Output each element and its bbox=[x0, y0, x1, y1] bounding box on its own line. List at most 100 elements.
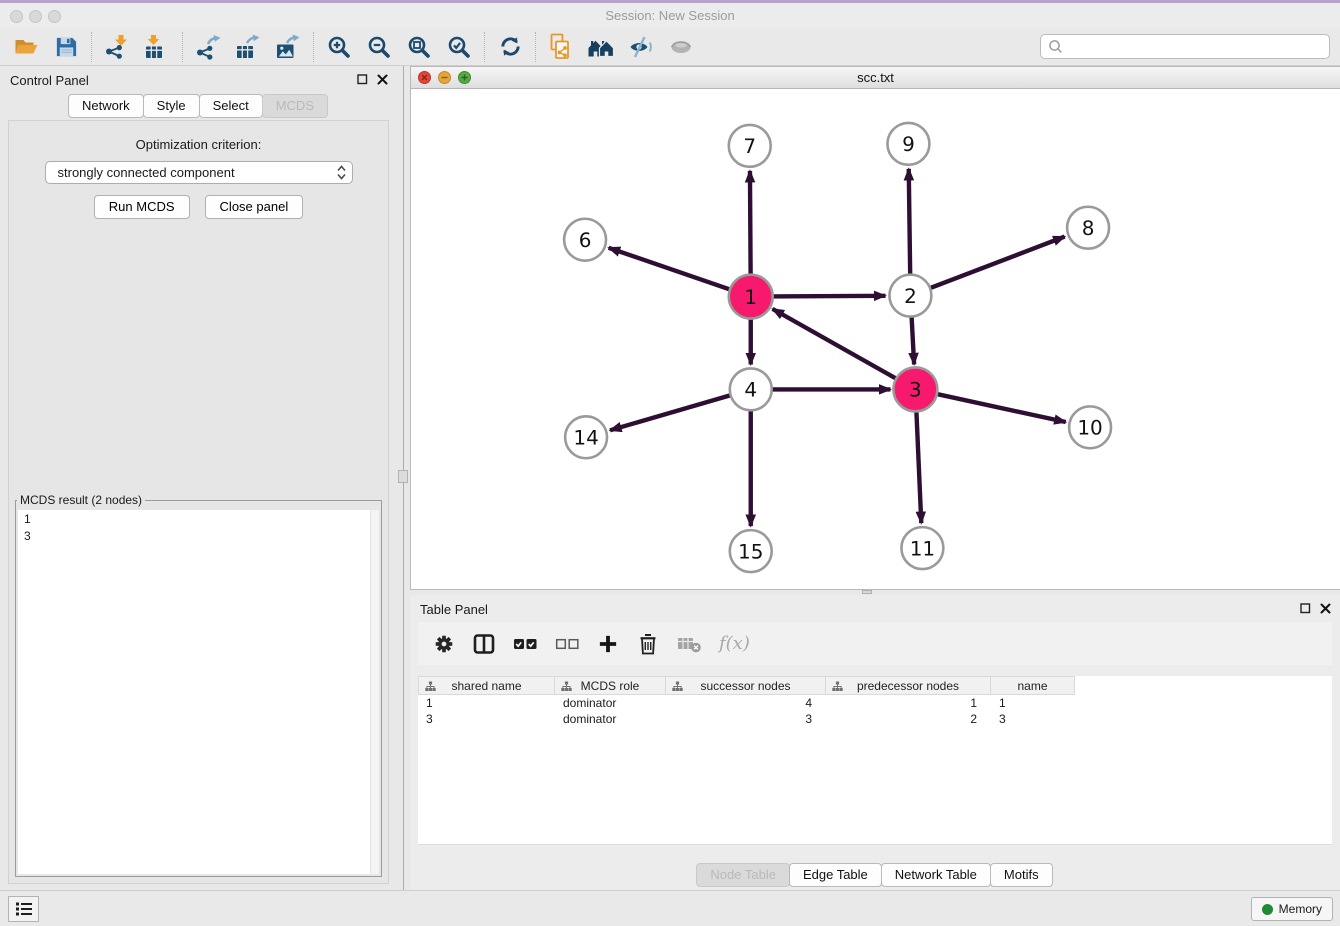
delete-table-button[interactable] bbox=[677, 634, 702, 654]
mcds-result-text[interactable]: 1 3 bbox=[18, 510, 379, 874]
tree-icon bbox=[425, 681, 436, 692]
tab-select[interactable]: Select bbox=[199, 94, 263, 118]
tab-node-table[interactable]: Node Table bbox=[696, 863, 790, 887]
network-titlebar[interactable]: scc.txt bbox=[411, 67, 1340, 89]
graph-node-3[interactable]: 3 bbox=[893, 367, 937, 411]
column-header-shared-name[interactable]: shared name bbox=[418, 676, 555, 695]
graph-node-8[interactable]: 8 bbox=[1067, 207, 1109, 249]
tree-icon bbox=[672, 681, 683, 692]
zoom-out-icon bbox=[366, 34, 392, 60]
function-builder-button[interactable]: f(x) bbox=[719, 633, 750, 654]
zoom-fit-icon bbox=[406, 34, 432, 60]
memory-button[interactable]: Memory bbox=[1251, 897, 1333, 921]
eye-slash-icon bbox=[628, 34, 654, 60]
minimize-network-icon[interactable] bbox=[438, 71, 451, 84]
criterion-value: strongly connected component bbox=[58, 165, 336, 180]
hide-selected-button[interactable] bbox=[621, 30, 661, 64]
window-controls[interactable] bbox=[10, 10, 61, 23]
tab-motifs[interactable]: Motifs bbox=[990, 863, 1053, 887]
graph-node-11[interactable]: 11 bbox=[901, 527, 943, 569]
splitter-handle[interactable] bbox=[862, 590, 872, 594]
criterion-select[interactable]: strongly connected component bbox=[45, 161, 353, 184]
close-panel-button[interactable]: Close panel bbox=[205, 195, 304, 219]
graphics-details-button[interactable] bbox=[661, 30, 701, 64]
svg-text:6: 6 bbox=[579, 228, 592, 252]
tab-network[interactable]: Network bbox=[68, 94, 144, 118]
deselect-all-button[interactable] bbox=[555, 636, 580, 652]
float-panel-icon[interactable] bbox=[357, 74, 368, 85]
graph-edge-1-2[interactable] bbox=[769, 296, 886, 297]
zoom-in-button[interactable] bbox=[319, 30, 359, 64]
first-neighbors-button[interactable] bbox=[581, 30, 621, 64]
graph-edge-1-6[interactable] bbox=[609, 248, 734, 291]
tab-mcds[interactable]: MCDS bbox=[262, 94, 328, 118]
close-panel-icon[interactable] bbox=[1320, 603, 1331, 614]
network-canvas[interactable]: 7 9 6 8 1 2 4 3 14 10 15 11 bbox=[411, 89, 1340, 589]
refresh-button[interactable] bbox=[490, 30, 530, 64]
task-history-button[interactable] bbox=[8, 896, 39, 922]
search-box[interactable] bbox=[1040, 34, 1330, 59]
run-mcds-button[interactable]: Run MCDS bbox=[94, 195, 190, 219]
column-chooser-button[interactable] bbox=[472, 632, 496, 656]
window-title: Session: New Session bbox=[0, 3, 1340, 28]
float-panel-icon[interactable] bbox=[1300, 603, 1311, 614]
graph-node-9[interactable]: 9 bbox=[887, 123, 929, 165]
tab-edge-table[interactable]: Edge Table bbox=[789, 863, 882, 887]
graph-edge-3-11[interactable] bbox=[916, 407, 921, 523]
graph-node-6[interactable]: 6 bbox=[564, 219, 606, 261]
zoom-selected-button[interactable] bbox=[439, 30, 479, 64]
graph-node-7[interactable]: 7 bbox=[729, 125, 771, 167]
graph-node-1[interactable]: 1 bbox=[729, 275, 773, 319]
graph-node-10[interactable]: 10 bbox=[1069, 406, 1111, 448]
zoom-out-button[interactable] bbox=[359, 30, 399, 64]
maximize-window-icon[interactable] bbox=[48, 10, 61, 23]
save-session-button[interactable] bbox=[46, 30, 86, 64]
graph-node-15[interactable]: 15 bbox=[730, 530, 772, 572]
export-network-button[interactable] bbox=[188, 30, 228, 64]
table-settings-button[interactable] bbox=[433, 633, 455, 655]
graph-edge-2-8[interactable] bbox=[927, 237, 1065, 290]
graph-node-14[interactable]: 14 bbox=[565, 416, 607, 458]
result-scrollbar[interactable] bbox=[370, 510, 379, 874]
graph-edge-4-14[interactable] bbox=[610, 394, 733, 430]
column-header-successor-nodes[interactable]: successor nodes bbox=[666, 676, 826, 695]
splitter-handle[interactable] bbox=[398, 470, 408, 483]
import-network-button[interactable] bbox=[97, 30, 137, 64]
graph-node-2[interactable]: 2 bbox=[889, 275, 931, 317]
network-graph[interactable]: 7 9 6 8 1 2 4 3 14 10 15 11 bbox=[411, 89, 1340, 589]
graph-edge-3-10[interactable] bbox=[933, 393, 1066, 422]
close-window-icon[interactable] bbox=[10, 10, 23, 23]
delete-column-button[interactable] bbox=[636, 632, 660, 656]
column-header-predecessor-nodes[interactable]: predecessor nodes bbox=[826, 676, 991, 695]
minimize-window-icon[interactable] bbox=[29, 10, 42, 23]
graph-edge-1-7[interactable] bbox=[750, 171, 751, 279]
select-all-button[interactable] bbox=[513, 636, 538, 652]
new-network-from-selection-button[interactable] bbox=[541, 30, 581, 64]
export-table-button[interactable] bbox=[228, 30, 268, 64]
trash-icon bbox=[636, 632, 660, 656]
column-header-MCDS-role[interactable]: MCDS role bbox=[555, 676, 666, 695]
column-header-name[interactable]: name bbox=[991, 676, 1075, 695]
export-image-button[interactable] bbox=[268, 30, 308, 64]
table-row[interactable]: 1dominator411 bbox=[418, 695, 1332, 711]
graph-edge-2-3[interactable] bbox=[911, 314, 914, 365]
open-session-button[interactable] bbox=[6, 30, 46, 64]
svg-text:15: 15 bbox=[738, 539, 763, 563]
search-input[interactable] bbox=[1068, 39, 1322, 54]
maximize-network-icon[interactable] bbox=[458, 71, 471, 84]
memory-status-icon bbox=[1262, 904, 1273, 915]
add-column-button[interactable] bbox=[597, 633, 619, 655]
control-panel-header: Control Panel bbox=[0, 66, 397, 94]
zoom-fit-button[interactable] bbox=[399, 30, 439, 64]
svg-text:2: 2 bbox=[904, 284, 917, 308]
tab-network-table[interactable]: Network Table bbox=[881, 863, 991, 887]
close-network-icon[interactable] bbox=[418, 71, 431, 84]
graph-edge-3-1[interactable] bbox=[773, 309, 900, 381]
graph-node-4[interactable]: 4 bbox=[730, 368, 772, 410]
import-table-button[interactable] bbox=[137, 30, 177, 64]
vertical-splitter[interactable] bbox=[397, 66, 410, 890]
tab-style[interactable]: Style bbox=[143, 94, 200, 118]
graph-edge-2-9[interactable] bbox=[909, 169, 910, 278]
close-panel-icon[interactable] bbox=[377, 74, 388, 85]
table-row[interactable]: 3dominator323 bbox=[418, 711, 1332, 727]
